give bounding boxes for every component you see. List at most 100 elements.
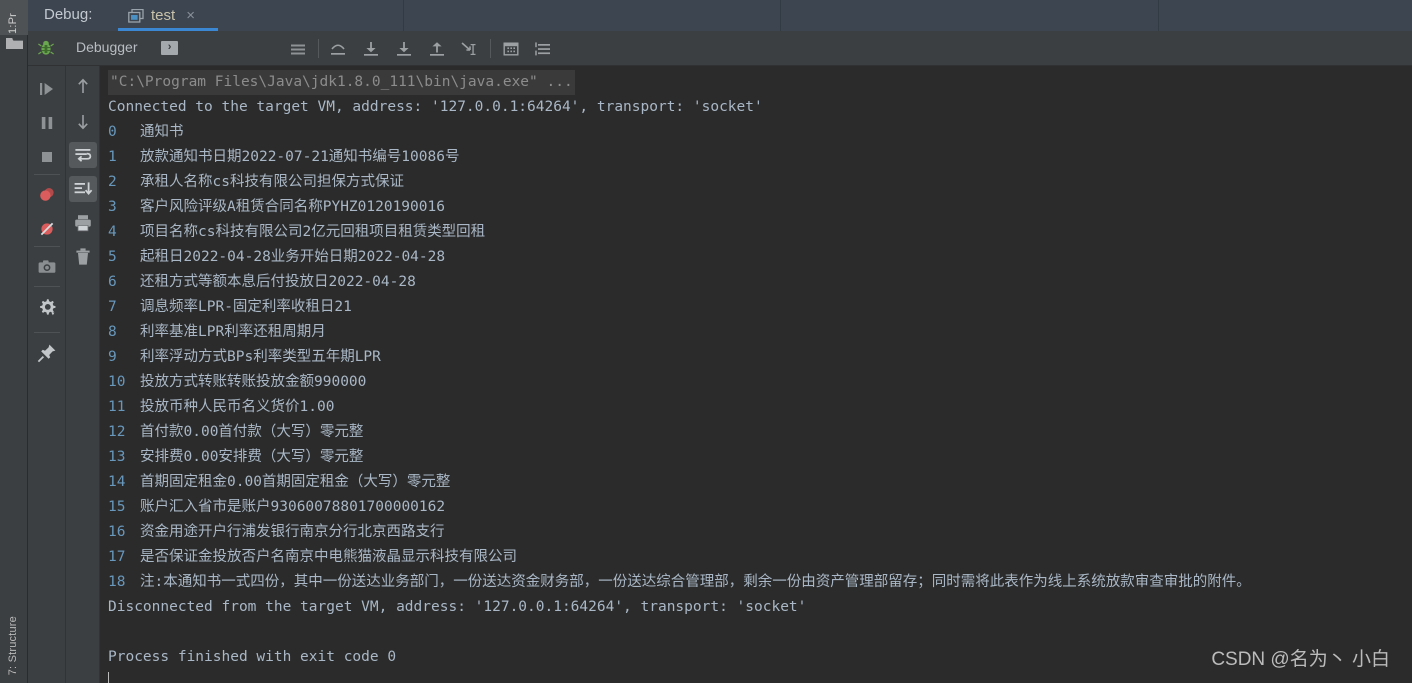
force-step-into-icon[interactable] [394, 39, 414, 59]
console-row-text: 利率基准LPR利率还租周期月 [140, 324, 326, 340]
console-row: 8 利率基准LPR利率还租周期月 [108, 320, 1412, 345]
debug-bug-icon [38, 40, 54, 55]
resume-program-icon[interactable] [36, 78, 58, 100]
run-control-rail [28, 66, 66, 683]
settings-lines-icon[interactable] [533, 39, 553, 59]
console-row: 0 通知书 [108, 120, 1412, 145]
console-row-index: 8 [108, 324, 117, 340]
console-row: 6 还租方式等额本息后付投放日2022-04-28 [108, 270, 1412, 295]
console-row: 3 客户风险评级A租赁合同名称PYHZ0120190016 [108, 195, 1412, 220]
soft-wrap-icon[interactable] [72, 144, 94, 166]
step-over-icon[interactable] [328, 39, 348, 59]
console-row-text: 首期固定租金0.00首期固定租金（大写）零元整 [140, 474, 451, 490]
clear-all-trash-icon[interactable] [72, 246, 94, 268]
toolbar-divider-2 [490, 39, 491, 58]
console-row-index: 4 [108, 224, 117, 240]
pin-tab-icon[interactable] [36, 342, 58, 364]
scroll-down-icon[interactable] [72, 110, 94, 132]
console-row-text: 首付款0.00首付款（大写）零元整 [140, 424, 364, 440]
console-row-index: 1 [108, 149, 117, 165]
tab-debugger[interactable]: Debugger [76, 39, 138, 55]
scroll-up-icon[interactable] [72, 76, 94, 98]
console-row-index: 5 [108, 249, 117, 265]
stop-program-icon[interactable] [36, 146, 58, 168]
console-row: 7 调息频率LPR-固定利率收租日21 [108, 295, 1412, 320]
run-configuration-icon [128, 8, 144, 23]
console-row: 5 起租日2022-04-28业务开始日期2022-04-28 [108, 245, 1412, 270]
console-row-text: 资金用途开户行浦发银行南京分行北京西路支行 [140, 524, 445, 540]
console-row-text: 安排费0.00安排费（大写）零元整 [140, 449, 364, 465]
console-row-text: 起租日2022-04-28业务开始日期2022-04-28 [140, 249, 446, 265]
console-caret-line[interactable] [108, 670, 1412, 683]
close-icon[interactable]: × [186, 7, 195, 24]
settings-gear-icon[interactable] [36, 296, 58, 318]
tab-test[interactable]: test × [118, 0, 205, 31]
console-output[interactable]: "C:\Program Files\Java\jdk1.8.0_111\bin\… [100, 66, 1412, 683]
console-row-index: 18 [108, 574, 126, 590]
step-out-icon[interactable] [427, 39, 447, 59]
console-row-index: 15 [108, 499, 126, 515]
tab-test-label: test [151, 7, 176, 24]
structure-tool-label[interactable]: 7: Structure [7, 616, 19, 675]
console-row-text: 账户汇入省市是账户93060078801700000162 [140, 499, 446, 515]
scroll-to-end-icon[interactable] [72, 178, 94, 200]
view-breakpoints-icon[interactable] [36, 184, 58, 206]
console-row: 16 资金用途开户行浦发银行南京分行北京西路支行 [108, 520, 1412, 545]
mute-breakpoints-icon[interactable] [36, 218, 58, 240]
rail-divider-4 [34, 332, 60, 333]
rail-divider-3 [34, 286, 60, 287]
console-row: 13 安排费0.00安排费（大写）零元整 [108, 445, 1412, 470]
console-row-text: 承租人名称cs科技有限公司担保方式保证 [140, 174, 404, 190]
console-row-text: 投放币种人民币名义货价1.00 [140, 399, 335, 415]
debug-title-label: Debug: [44, 6, 93, 23]
console-row-text: 还租方式等额本息后付投放日2022-04-28 [140, 274, 416, 290]
console-row-index: 9 [108, 349, 117, 365]
step-into-icon[interactable] [361, 39, 381, 59]
print-icon[interactable] [72, 212, 94, 234]
folder-icon [6, 38, 23, 49]
console-row-text: 是否保证金投放否户名南京中电熊猫液晶显示科技有限公司 [140, 549, 517, 565]
pause-program-icon[interactable] [36, 112, 58, 134]
titlebar-divider-1 [403, 0, 404, 31]
console-row-index: 6 [108, 274, 117, 290]
console-row: 12 首付款0.00首付款（大写）零元整 [108, 420, 1412, 445]
console-row-index: 10 [108, 374, 126, 390]
hamburger-menu-icon[interactable] [288, 39, 308, 59]
console-row: 10 投放方式转账转账投放金额990000 [108, 370, 1412, 395]
console-row: 2 承租人名称cs科技有限公司担保方式保证 [108, 170, 1412, 195]
console-row-index: 12 [108, 424, 126, 440]
debug-console-window: 1:Pr 7: Structure Debug: test × Debugger… [0, 0, 1412, 683]
console-row-index: 3 [108, 199, 117, 215]
project-tool-label[interactable]: 1:Pr [7, 2, 19, 34]
titlebar-divider-2 [780, 0, 781, 31]
console-rows: 0 通知书 1 放款通知书日期2022-07-21通知书编号10086号 2 承租人名称c… [108, 120, 1412, 595]
console-line-disconnected: Disconnected from the target VM, address… [108, 599, 807, 615]
console-line-command: "C:\Program Files\Java\jdk1.8.0_111\bin\… [108, 70, 1412, 95]
debugger-toolbar: Debugger › Console [28, 31, 1412, 683]
console-row: 9 利率浮动方式BPs利率类型五年期LPR [108, 345, 1412, 370]
console-row-text: 项目名称cs科技有限公司2亿元回租项目租赁类型回租 [140, 224, 486, 240]
rail-divider-1 [34, 174, 60, 175]
console-side-rail [66, 66, 100, 683]
left-tool-strip: 1:Pr 7: Structure [0, 0, 28, 683]
console-row: 18 注:本通知书一式四份，其中一份送达业务部门，一份送达资金财务部，一份送达综合… [108, 570, 1412, 595]
text-caret [108, 672, 109, 683]
run-to-cursor-icon[interactable] [459, 39, 479, 59]
console-row-text: 投放方式转账转账投放金额990000 [140, 374, 367, 390]
console-row: 4 项目名称cs科技有限公司2亿元回租项目租赁类型回租 [108, 220, 1412, 245]
console-row-index: 11 [108, 399, 126, 415]
evaluate-expression-icon[interactable] [501, 39, 521, 59]
titlebar-divider-3 [1158, 0, 1159, 31]
console-row: 17 是否保证金投放否户名南京中电熊猫液晶显示科技有限公司 [108, 545, 1412, 570]
console-row-index: 7 [108, 299, 117, 315]
console-row-index: 14 [108, 474, 126, 490]
console-row-index: 13 [108, 449, 126, 465]
console-row-text: 通知书 [140, 124, 184, 140]
debug-window-titlebar: Debug: test × [28, 0, 1412, 31]
console-row: 15 账户汇入省市是账户93060078801700000162 [108, 495, 1412, 520]
console-line-connected: Connected to the target VM, address: '12… [108, 99, 763, 115]
console-row-index: 17 [108, 549, 126, 565]
console-row-text: 注:本通知书一式四份，其中一份送达业务部门，一份送达资金财务部，一份送达综合管理… [140, 574, 1251, 590]
java-command-text: "C:\Program Files\Java\jdk1.8.0_111\bin\… [108, 70, 575, 95]
screenshot-camera-icon[interactable] [36, 256, 58, 278]
